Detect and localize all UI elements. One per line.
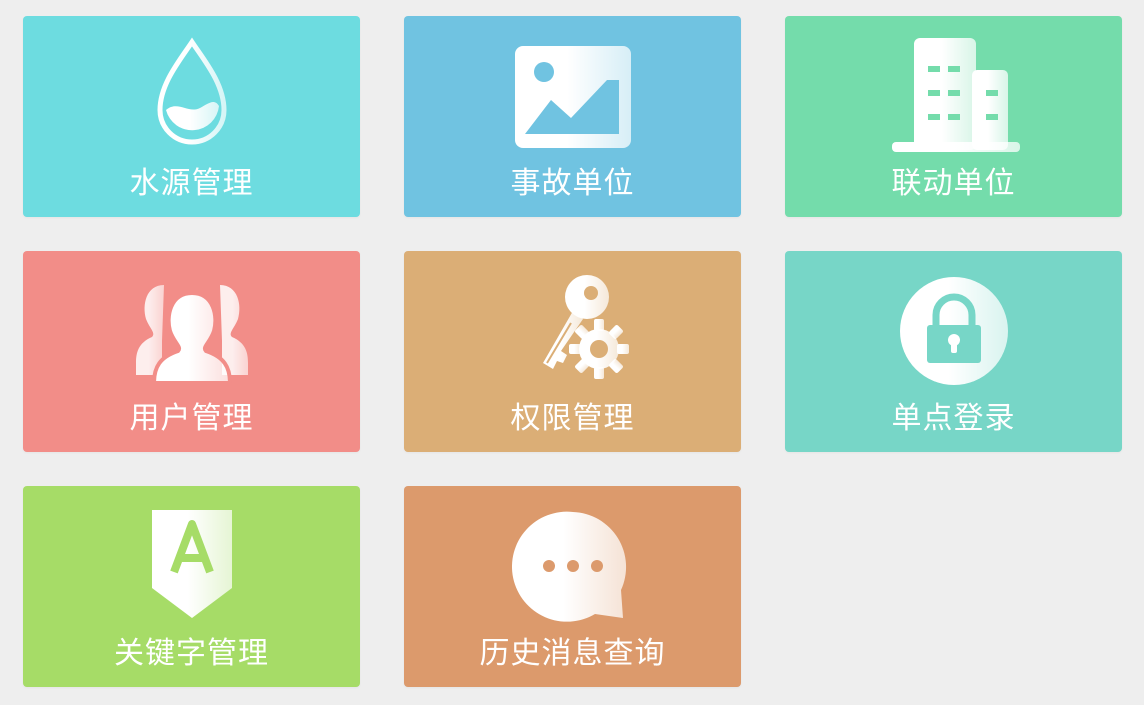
tile-label: 联动单位 — [891, 166, 1016, 201]
building-icon — [884, 36, 1024, 156]
key-gear-icon — [503, 271, 643, 391]
tile-label: 单点登录 — [891, 401, 1016, 436]
image-icon — [503, 36, 643, 156]
tile-water-source[interactable]: 水源管理 — [23, 16, 360, 217]
keyword-tag-icon — [122, 506, 262, 626]
tile-label: 权限管理 — [510, 401, 635, 436]
tile-linked-unit[interactable]: 联动单位 — [785, 16, 1122, 217]
tile-label: 关键字管理 — [114, 636, 269, 671]
tile-label: 历史消息查询 — [479, 636, 666, 671]
tile-permission-management[interactable]: 权限管理 — [404, 251, 741, 452]
tile-label: 事故单位 — [510, 166, 635, 201]
tile-user-management[interactable]: 用户管理 — [23, 251, 360, 452]
water-drop-icon — [122, 36, 262, 156]
chat-bubble-icon — [503, 506, 643, 626]
function-grid: 水源管理 事故单位 联动单位 用户管理 权限管理 单点登录 关键字管理 历史消息… — [23, 16, 1122, 687]
tile-history-message-query[interactable]: 历史消息查询 — [404, 486, 741, 687]
tile-keyword-management[interactable]: 关键字管理 — [23, 486, 360, 687]
tile-accident-unit[interactable]: 事故单位 — [404, 16, 741, 217]
tile-label: 用户管理 — [129, 401, 254, 436]
tile-single-sign-on[interactable]: 单点登录 — [785, 251, 1122, 452]
tile-label: 水源管理 — [129, 166, 254, 201]
users-icon — [122, 271, 262, 391]
lock-icon — [884, 271, 1024, 391]
